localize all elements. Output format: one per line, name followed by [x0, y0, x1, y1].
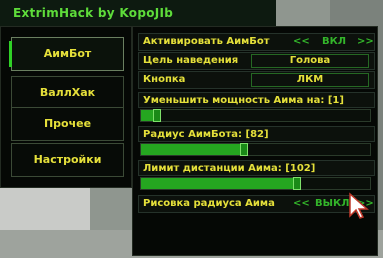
target-label: Цель наведения — [143, 55, 239, 66]
mouse-cursor-icon — [349, 192, 369, 219]
draw-radius-value: ВЫКЛ — [315, 198, 350, 209]
distance-label: Лимит дистанции Аима: [102] — [138, 160, 375, 176]
radius-thumb[interactable] — [240, 143, 248, 156]
radius-label: Радиус АимБота: [82] — [138, 126, 375, 142]
draw-radius-label: Рисовка радиуса Аима — [143, 198, 275, 209]
activate-next-arrow[interactable]: >> — [357, 34, 374, 50]
target-row: Цель наведения Голова — [138, 52, 375, 70]
cheat-menu-window: ExtrimHack by KopoJIb АимБот ВаллХак Про… — [0, 0, 383, 258]
tab-misc[interactable]: Прочее — [11, 107, 124, 141]
activate-aimbot-label: Активировать АимБот — [143, 36, 270, 47]
radius-slider[interactable] — [140, 143, 371, 156]
power-label: Уменьшить мощность Аима на: [1] — [138, 92, 375, 108]
radius-fill — [141, 144, 244, 155]
activate-prev-arrow[interactable]: << — [293, 34, 310, 50]
target-select[interactable]: Голова — [251, 54, 369, 68]
activate-aimbot-row: Активировать АимБот << ВКЛ >> — [138, 33, 375, 51]
tab-aimbot[interactable]: АимБот — [9, 37, 124, 71]
tab-wallhack[interactable]: ВаллХак — [11, 76, 124, 110]
key-select[interactable]: ЛКМ — [251, 73, 369, 87]
draw-radius-prev-arrow[interactable]: << — [293, 196, 310, 212]
draw-radius-row: Рисовка радиуса Аима << ВЫКЛ >> — [138, 195, 375, 213]
distance-fill — [141, 178, 297, 189]
activate-value: ВКЛ — [322, 36, 347, 47]
distance-slider[interactable] — [140, 177, 371, 190]
tab-sidebar: АимБот ВаллХак Прочее Настройки — [0, 26, 132, 188]
distance-thumb[interactable] — [293, 177, 301, 190]
key-row: Кнопка ЛКМ — [138, 71, 375, 89]
aimbot-settings-panel: Активировать АимБот << ВКЛ >> Цель навед… — [132, 26, 378, 256]
power-slider[interactable] — [140, 109, 371, 122]
window-title[interactable]: ExtrimHack by KopoJIb — [0, 0, 276, 26]
key-label: Кнопка — [143, 74, 186, 85]
tab-settings[interactable]: Настройки — [11, 143, 124, 177]
power-thumb[interactable] — [153, 109, 161, 122]
